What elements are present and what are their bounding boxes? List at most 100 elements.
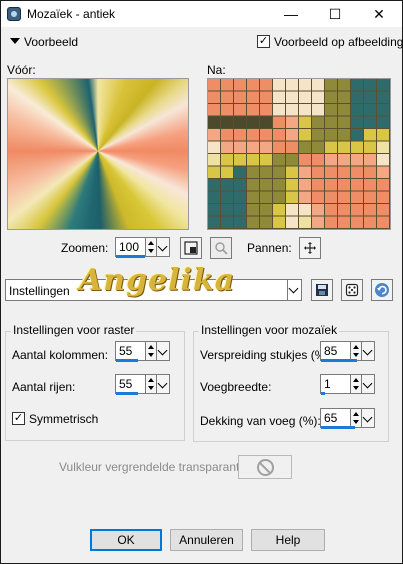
mosaic-tile [364,154,376,166]
mosaic-tile [377,191,389,203]
spread-input[interactable]: 85 [320,341,351,361]
help-button[interactable]: Help [251,529,325,551]
fill-color-swatch[interactable] [238,455,292,479]
mosaic-tile [364,179,376,191]
pan-label: Pannen: [247,241,292,255]
after-preview-image[interactable] [207,78,391,230]
mosaic-tile [247,141,259,153]
ok-button[interactable]: OK [90,529,162,551]
mosaic-tiles [208,79,390,229]
minimize-button[interactable]: — [269,1,313,27]
spread-slider-bar[interactable] [321,359,357,362]
joint-width-dropdown-button[interactable] [361,374,375,394]
rows-dropdown-button[interactable] [156,374,170,394]
mosaic-tile [208,79,220,91]
mosaic-tile [312,141,324,153]
mosaic-tile [338,204,350,216]
mosaic-tile [247,91,259,103]
joint-coverage-dropdown-button[interactable] [361,408,375,428]
mosaic-tile [221,116,233,128]
mosaic-tile [208,91,220,103]
preview-toggle-label[interactable]: Voorbeeld [24,35,78,49]
mosaic-tile [286,91,298,103]
mosaic-tile [221,179,233,191]
spread-dropdown-button[interactable] [361,341,375,361]
zoom-actual-button[interactable] [210,237,232,259]
mosaic-tile [247,191,259,203]
mosaic-tile [299,204,311,216]
rows-slider-bar[interactable] [116,392,138,395]
columns-dropdown-button[interactable] [156,341,170,361]
mosaic-tile [208,104,220,116]
mosaic-tile [312,116,324,128]
mosaic-tile [351,216,363,228]
mosaic-tile [234,204,246,216]
fill-color-label: Vulkleur vergrendelde transparantie: [59,460,253,474]
mosaic-tile [221,129,233,141]
randomize-button[interactable] [341,279,363,301]
magnifier-icon [215,242,228,255]
mosaic-tile [377,129,389,141]
before-preview-image[interactable] [7,78,189,230]
mosaic-tile [286,179,298,191]
zoom-input[interactable]: 100 [115,237,146,257]
symmetric-checkbox[interactable]: ✓ [12,412,25,425]
mosaic-tile [273,79,285,91]
mosaic-tile [273,166,285,178]
rows-input[interactable]: 55 [115,374,146,394]
mosaic-tile [325,216,337,228]
joint-coverage-input[interactable]: 65 [320,408,351,428]
mosaic-tile [325,191,337,203]
mosaic-tile [299,166,311,178]
mosaic-tile [299,179,311,191]
zoom-dropdown-button[interactable] [156,237,170,257]
joint-width-slider-bar[interactable] [321,392,325,395]
mosaic-tile [351,141,363,153]
save-preset-button[interactable] [311,279,333,301]
joint-coverage-slider-bar[interactable] [321,426,355,429]
columns-input[interactable]: 55 [115,341,146,361]
mosaic-tile [312,179,324,191]
reset-button[interactable] [371,279,393,301]
mosaic-tile [377,179,389,191]
mosaic-tile [234,129,246,141]
mosaic-tile [325,141,337,153]
mosaic-tile [299,191,311,203]
mosaic-tile [377,166,389,178]
mosaic-tile [247,154,259,166]
mosaic-tile [351,129,363,141]
preview-toggle-bar: Voorbeeld ✓ Voorbeeld op afbeelding [1,31,403,53]
preview-on-image-checkbox[interactable]: ✓ [257,35,270,48]
mosaic-tile [208,216,220,228]
mosaic-tile [234,79,246,91]
pan-button[interactable] [299,237,321,259]
mosaic-tile [299,116,311,128]
columns-slider-bar[interactable] [116,359,138,362]
mosaic-tile [351,204,363,216]
mosaic-tile [260,204,272,216]
mosaic-tile [377,141,389,153]
spread-label: Verspreiding stukjes (%): [200,348,333,362]
mosaic-tile [312,191,324,203]
mosaic-tile [221,204,233,216]
chevron-down-icon[interactable] [10,38,20,44]
prohibited-icon [257,459,274,476]
mosaic-tile [247,104,259,116]
angelika-watermark: Angelika [79,263,236,298]
mosaic-tile [351,104,363,116]
zoom-fit-button[interactable] [180,237,202,259]
close-button[interactable]: ✕ [357,1,401,27]
cancel-button[interactable]: Annuleren [170,529,243,551]
maximize-button[interactable]: ☐ [313,1,357,27]
presets-dropdown-button[interactable] [287,280,301,300]
before-label: Vóór: [7,63,36,77]
mosaic-tile [286,166,298,178]
mosaic-tile [351,179,363,191]
joint-width-input[interactable]: 1 [320,374,351,394]
zoom-slider-bar[interactable] [116,255,145,258]
mosaic-tile [247,179,259,191]
mosaic-tile [221,91,233,103]
mosaic-tile [234,104,246,116]
mosaic-tile [273,116,285,128]
mosaic-tile [286,129,298,141]
